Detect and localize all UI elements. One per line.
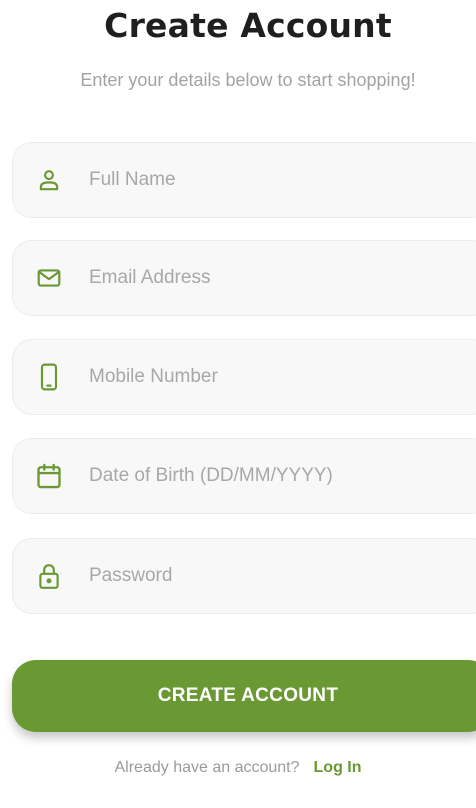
full-name-field-container[interactable] bbox=[12, 142, 476, 218]
mobile-field-container[interactable] bbox=[12, 339, 476, 415]
email-field-container[interactable] bbox=[12, 240, 476, 316]
mail-icon bbox=[35, 264, 63, 292]
date-of-birth-input[interactable] bbox=[89, 439, 469, 513]
mobile-number-input[interactable] bbox=[89, 340, 469, 414]
page-title: Create Account bbox=[104, 6, 392, 45]
create-account-button[interactable]: CREATE ACCOUNT bbox=[12, 660, 476, 732]
login-prompt-text: Already have an account? bbox=[114, 759, 300, 776]
login-prompt: Already have an account? Log In bbox=[0, 759, 476, 777]
password-field-container[interactable] bbox=[12, 538, 476, 614]
lock-icon bbox=[35, 562, 63, 590]
dob-field-container[interactable] bbox=[12, 438, 476, 514]
person-icon bbox=[35, 166, 63, 194]
create-account-button-label: CREATE ACCOUNT bbox=[157, 685, 339, 706]
full-name-input[interactable] bbox=[89, 143, 469, 217]
phone-icon bbox=[35, 363, 63, 391]
calendar-icon bbox=[35, 462, 63, 490]
password-input[interactable] bbox=[89, 539, 469, 613]
page-subtitle: Enter your details below to start shoppi… bbox=[80, 70, 416, 90]
email-input[interactable] bbox=[89, 241, 469, 315]
log-in-link[interactable]: Log In bbox=[314, 759, 362, 776]
